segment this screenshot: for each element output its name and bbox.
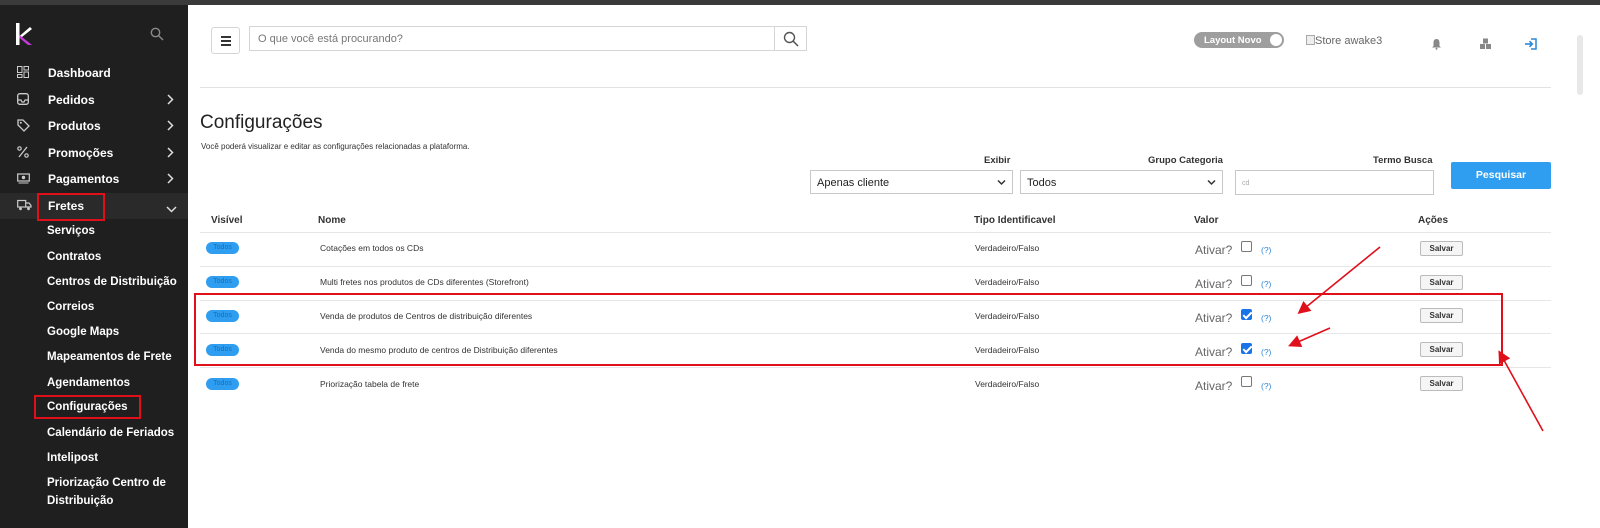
- sidebar-subitem-contratos[interactable]: Contratos: [47, 248, 101, 266]
- sidebar-search-icon[interactable]: [150, 27, 164, 46]
- broken-image-icon: [1306, 35, 1315, 45]
- store-name: Store awake3: [1315, 35, 1383, 47]
- sidebar-subitem-google-maps[interactable]: Google Maps: [47, 323, 119, 341]
- annotation-highlight-fretes: [37, 193, 105, 221]
- sidebar-subitem-servicos[interactable]: Serviços: [47, 222, 95, 240]
- sidebar-item-produtos[interactable]: Produtos: [0, 113, 188, 139]
- filter-grupo-select[interactable]: Todos: [1020, 170, 1223, 194]
- sidebar-subitem-priorizacao[interactable]: Priorização Centro de Distribuição: [47, 474, 166, 510]
- table-header-valor: Valor: [1194, 215, 1219, 226]
- table-divider: [200, 266, 1551, 267]
- setting-name: Cotações em todos os CDs: [320, 243, 424, 253]
- setting-name: Priorização tabela de frete: [320, 379, 420, 389]
- search-submit-button[interactable]: Pesquisar: [1451, 162, 1551, 189]
- table-header-acoes: Ações: [1418, 215, 1449, 226]
- setting-type: Verdadeiro/Falso: [975, 277, 1040, 287]
- visibility-badge: Todos: [206, 378, 239, 390]
- dashboard-icon: [17, 66, 31, 80]
- sidebar-subitem-agendamentos[interactable]: Agendamentos: [47, 374, 130, 392]
- sidebar-subitem-label-line2: Distribuição: [47, 495, 114, 507]
- sidebar-item-label: Dashboard: [48, 66, 111, 80]
- chevron-down-icon: [997, 177, 1006, 189]
- cubes-icon[interactable]: [1479, 37, 1492, 55]
- visibility-badge: Todos: [206, 242, 239, 254]
- table-header-tipo: Tipo Identificavel: [974, 215, 1056, 226]
- ativar-checkbox[interactable]: [1241, 376, 1252, 387]
- layout-toggle-label: Layout Novo: [1204, 35, 1262, 46]
- money-icon: [17, 172, 31, 186]
- filter-exibir-select[interactable]: Apenas cliente: [810, 170, 1013, 194]
- tag-icon: [17, 119, 31, 133]
- chevron-right-icon: [166, 147, 174, 161]
- save-button[interactable]: Salvar: [1420, 376, 1463, 391]
- main-content: Layout Novo Store awake3 Configurações V…: [188, 5, 1563, 528]
- ativar-label: Ativar?: [1195, 379, 1233, 393]
- hamburger-menu-button[interactable]: [211, 27, 240, 54]
- annotation-highlight-rows: [194, 293, 1503, 366]
- chevron-down-icon: [166, 202, 177, 216]
- ativar-label: Ativar?: [1195, 277, 1233, 291]
- sign-in-icon[interactable]: [1524, 37, 1537, 55]
- filter-grupo-label: Grupo Categoria: [1148, 155, 1223, 166]
- ativar-checkbox[interactable]: [1241, 241, 1252, 252]
- percent-icon: [17, 146, 31, 160]
- inbox-icon: [17, 93, 31, 107]
- scrollbar-area[interactable]: [1563, 5, 1600, 528]
- brand-logo[interactable]: [14, 23, 34, 50]
- help-link[interactable]: (?): [1261, 279, 1271, 289]
- chevron-down-icon: [1207, 177, 1216, 189]
- sidebar-item-label: Pedidos: [48, 93, 95, 107]
- sidebar-subitem-correios[interactable]: Correios: [47, 298, 94, 316]
- header-divider: [200, 87, 1551, 88]
- sidebar-item-label: Promoções: [48, 146, 114, 160]
- setting-type: Verdadeiro/Falso: [975, 243, 1040, 253]
- sidebar-item-dashboard[interactable]: Dashboard: [0, 60, 188, 86]
- chevron-right-icon: [166, 94, 174, 108]
- filter-termo-input[interactable]: cd: [1235, 170, 1434, 195]
- global-search: [249, 26, 807, 51]
- filter-termo-placeholder: cd: [1242, 180, 1250, 187]
- sidebar-subitem-mapeamentos-frete[interactable]: Mapeamentos de Frete: [47, 348, 172, 366]
- search-input[interactable]: [258, 31, 768, 47]
- table-divider: [200, 232, 1551, 233]
- filter-exibir-value: Apenas cliente: [817, 177, 890, 189]
- sidebar-subitem-centros-distribuicao[interactable]: Centros de Distribuição: [47, 273, 177, 291]
- sidebar-subitem-label-line1: Priorização Centro de: [47, 477, 166, 489]
- table-divider: [200, 367, 1551, 368]
- help-link[interactable]: (?): [1261, 245, 1271, 255]
- store-logo-broken-image[interactable]: Store awake3: [1306, 35, 1382, 47]
- save-button[interactable]: Salvar: [1420, 275, 1463, 290]
- sidebar-item-label: Produtos: [48, 119, 101, 133]
- ativar-checkbox[interactable]: [1241, 275, 1252, 286]
- truck-icon: [17, 199, 32, 213]
- help-link[interactable]: (?): [1261, 381, 1271, 391]
- chevron-right-icon: [166, 173, 174, 187]
- sidebar-subitem-intelipost[interactable]: Intelipost: [47, 449, 98, 467]
- sidebar-item-promocoes[interactable]: Promoções: [0, 140, 188, 166]
- table-header-visivel: Visível: [211, 215, 243, 226]
- chevron-right-icon: [166, 120, 174, 134]
- search-button[interactable]: [774, 27, 806, 50]
- setting-type: Verdadeiro/Falso: [975, 379, 1040, 389]
- search-icon: [783, 31, 799, 47]
- annotation-highlight-configuracoes: [34, 395, 141, 419]
- sidebar-item-pagamentos[interactable]: Pagamentos: [0, 166, 188, 192]
- visibility-badge: Todos: [206, 276, 239, 288]
- setting-name: Multi fretes nos produtos de CDs diferen…: [320, 277, 529, 287]
- filter-grupo-value: Todos: [1027, 177, 1057, 189]
- ativar-label: Ativar?: [1195, 243, 1233, 257]
- sidebar-item-label: Pagamentos: [48, 172, 120, 186]
- toggle-knob: [1270, 34, 1282, 46]
- sidebar: Dashboard Pedidos Produtos Promoções Pag…: [0, 5, 188, 528]
- page-title: Configurações: [200, 112, 323, 133]
- filter-termo-label: Termo Busca: [1373, 155, 1433, 166]
- filter-exibir-label: Exibir: [984, 155, 1011, 166]
- bell-icon[interactable]: [1431, 37, 1442, 55]
- layout-toggle[interactable]: Layout Novo: [1194, 32, 1284, 48]
- save-button[interactable]: Salvar: [1420, 241, 1463, 256]
- table-header-nome: Nome: [318, 215, 346, 226]
- sidebar-item-pedidos[interactable]: Pedidos: [0, 87, 188, 113]
- sidebar-subitem-calendario-feriados[interactable]: Calendário de Feriados: [47, 424, 174, 442]
- page-subtitle: Você poderá visualizar e editar as confi…: [201, 142, 470, 151]
